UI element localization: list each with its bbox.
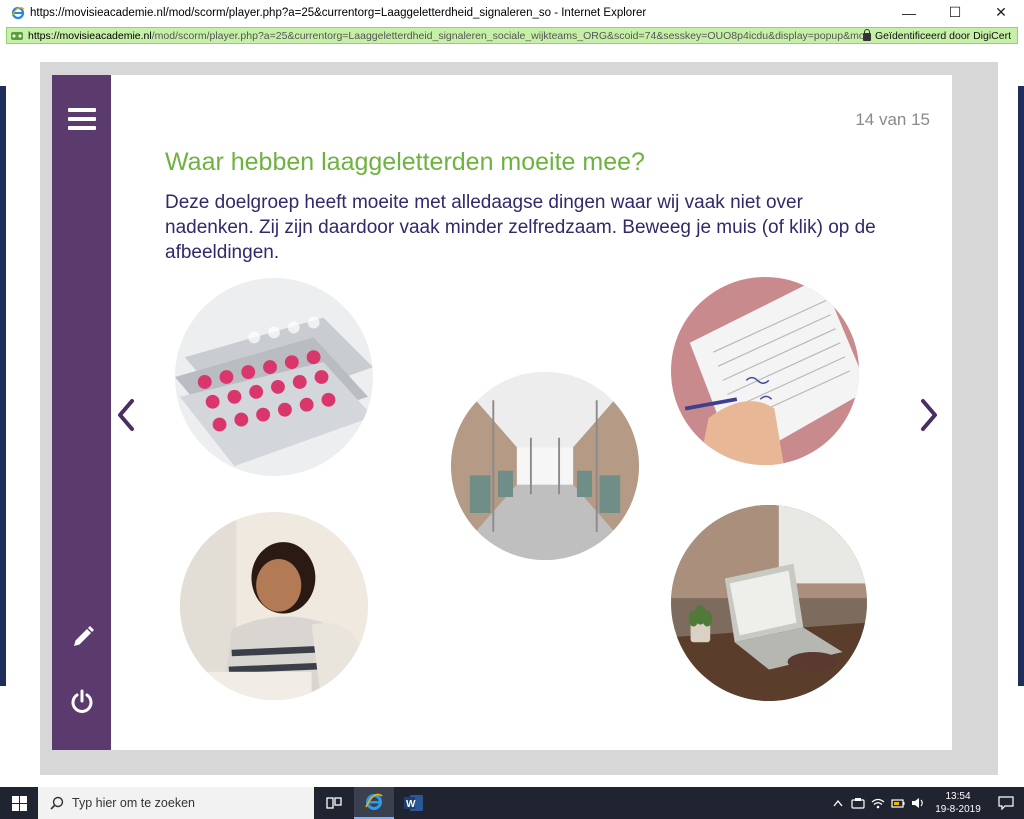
- address-bar[interactable]: https://movisieacademie.nl/mod/scorm/pla…: [6, 27, 1018, 44]
- internet-explorer-taskbar-icon[interactable]: [354, 787, 394, 819]
- task-view-icon[interactable]: [314, 787, 354, 819]
- clock-time: 13:54: [945, 791, 971, 802]
- minimize-button[interactable]: —: [886, 0, 932, 25]
- page-left-edge: [0, 86, 6, 686]
- page-right-edge: [1018, 86, 1024, 686]
- windows-start-icon[interactable]: [0, 787, 38, 819]
- chevron-left-icon[interactable]: [115, 398, 137, 432]
- pencil-icon[interactable]: [70, 624, 96, 650]
- window-title: https://movisieacademie.nl/mod/scorm/pla…: [30, 6, 647, 19]
- clock-date: 19-8-2019: [935, 804, 981, 815]
- taskbar-clock[interactable]: 13:54 19-8-2019: [928, 790, 988, 816]
- svg-text:W: W: [406, 799, 416, 810]
- maximize-button[interactable]: ☐: [932, 0, 978, 25]
- hamburger-menu-icon[interactable]: [68, 108, 96, 132]
- woman-studying-image[interactable]: [180, 512, 368, 700]
- slide-counter: 14 van 15: [855, 110, 930, 129]
- lock-icon: [863, 28, 872, 41]
- url-text[interactable]: https://movisieacademie.nl/mod/scorm/pla…: [28, 30, 863, 42]
- form-filling-image[interactable]: [671, 277, 859, 465]
- notification-icon[interactable]: [988, 787, 1024, 819]
- word-taskbar-icon[interactable]: W: [394, 787, 434, 819]
- chevron-right-icon[interactable]: [918, 398, 940, 432]
- medicine-blister-image[interactable]: [175, 278, 373, 476]
- site-favicon-icon: [10, 30, 24, 42]
- power-icon[interactable]: [68, 688, 96, 716]
- close-button[interactable]: ✕: [978, 0, 1024, 25]
- certificate-info[interactable]: Geïdentificeerd door DigiCert: [863, 28, 1017, 42]
- chevron-up-icon[interactable]: [828, 787, 848, 819]
- window-titlebar: https://movisieacademie.nl/mod/scorm/pla…: [0, 0, 1024, 25]
- people-icon[interactable]: [848, 787, 868, 819]
- search-placeholder: Typ hier om te zoeken: [72, 796, 195, 810]
- search-icon: [50, 796, 64, 810]
- internet-explorer-icon: [11, 6, 25, 20]
- train-interior-image[interactable]: [451, 372, 639, 560]
- battery-icon[interactable]: [888, 787, 908, 819]
- laptop-desk-image[interactable]: [671, 505, 867, 701]
- taskbar: Typ hier om te zoeken W 13:54 19-8-2019: [0, 787, 1024, 819]
- taskbar-search-input[interactable]: Typ hier om te zoeken: [38, 787, 314, 819]
- volume-icon[interactable]: [908, 787, 928, 819]
- certificate-text: Geïdentificeerd door DigiCert: [875, 29, 1011, 42]
- wifi-icon[interactable]: [868, 787, 888, 819]
- system-tray: 13:54 19-8-2019: [828, 787, 1024, 819]
- slide-heading: Waar hebben laaggeletterden moeite mee?: [165, 148, 645, 176]
- slide-intro-text: Deze doelgroep heeft moeite met alledaag…: [165, 192, 876, 263]
